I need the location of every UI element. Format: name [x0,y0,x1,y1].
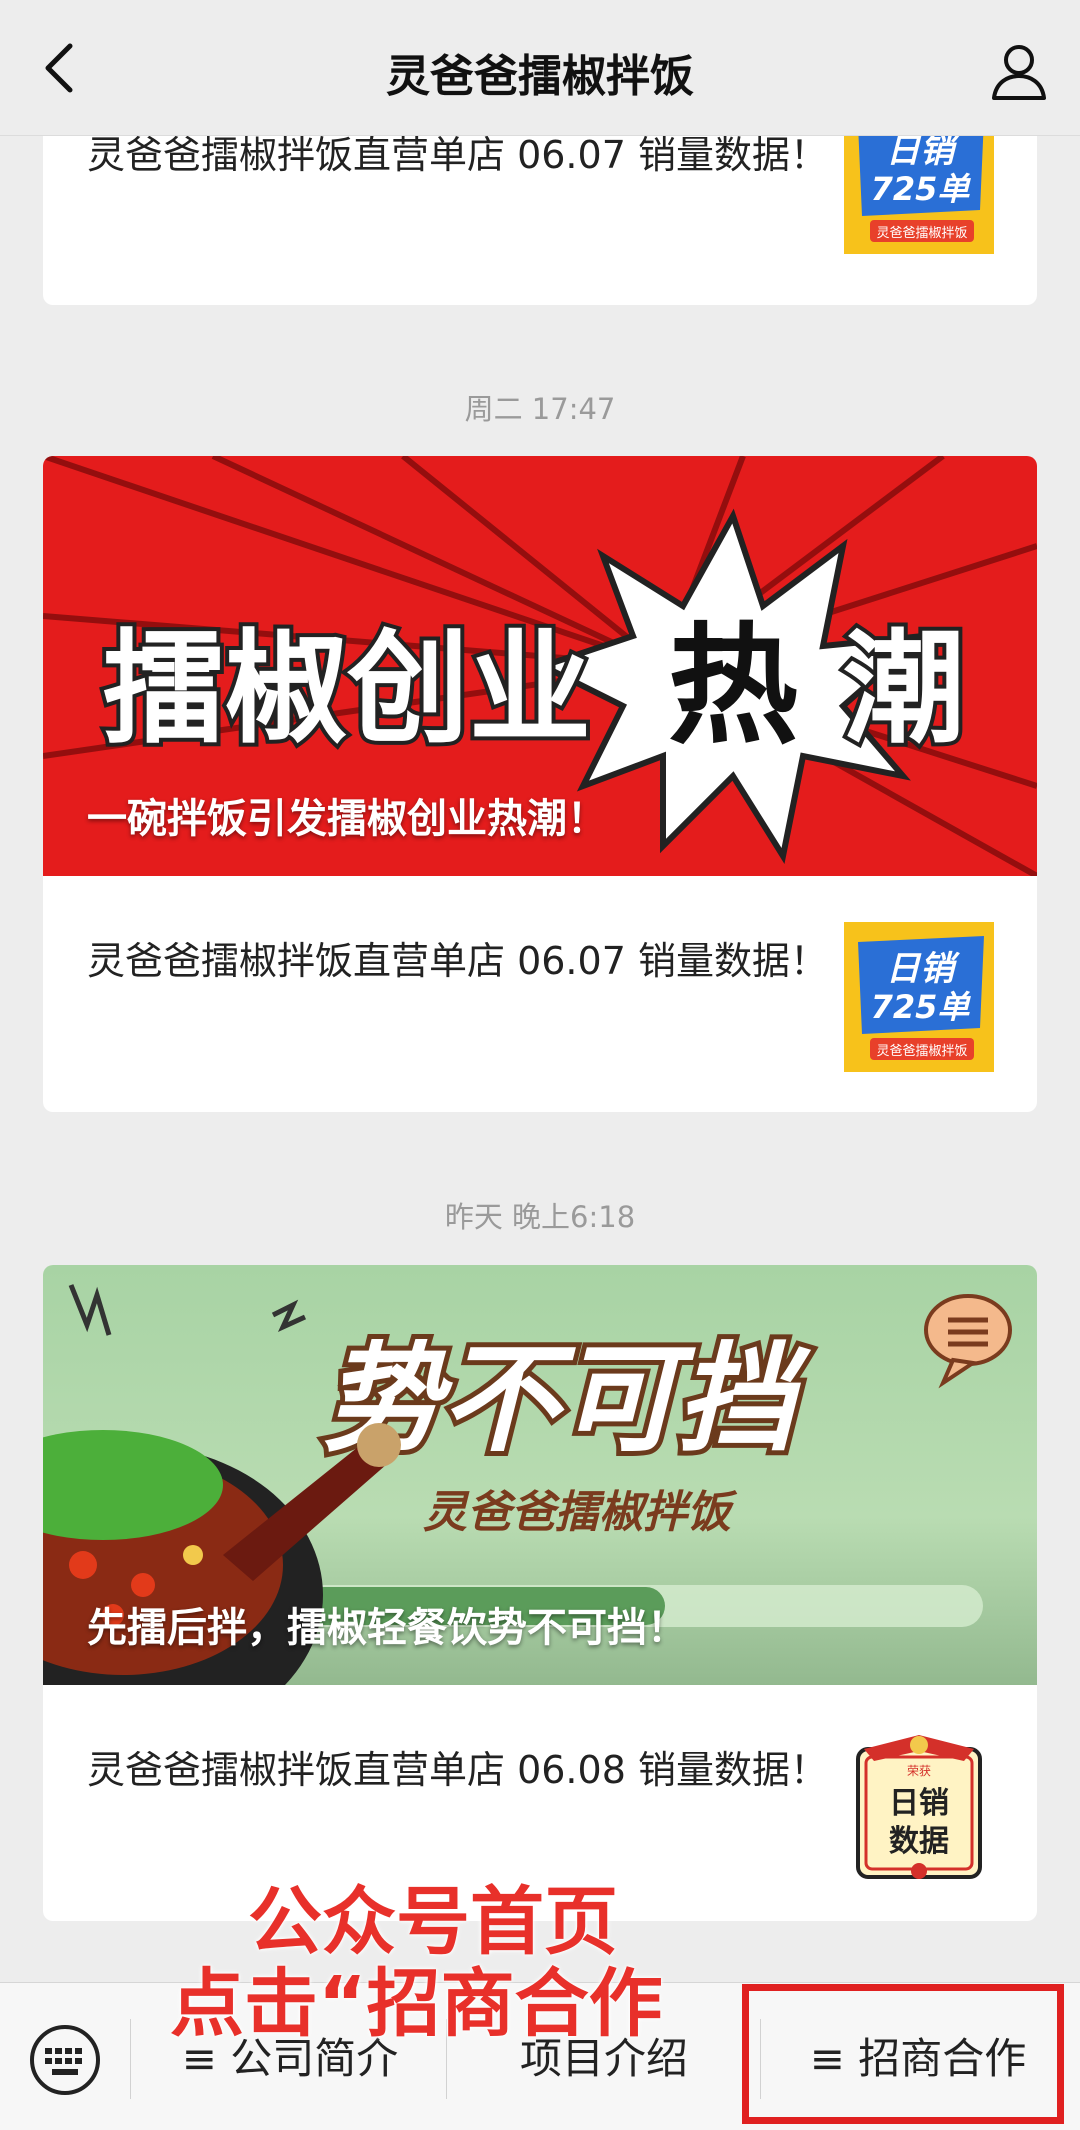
person-icon [992,45,1046,100]
article-title: 灵爸爸擂椒拌饭直营单店 06.08 销量数据！ [87,1748,828,1792]
article-card[interactable]: 擂椒创业 热 潮 一碗拌饭引发擂椒创业热潮！ 灵爸爸擂椒拌饭直营单店 06.07… [43,456,1037,1112]
cover-subtitle: 灵爸爸擂椒拌饭 [423,1487,738,1538]
cover-caption: 一碗拌饭引发擂椒创业热潮！ [87,796,607,842]
cover-headline-part-b: 热 [668,610,798,762]
article-thumbnail: 日销 725单 灵爸爸擂椒拌饭 [844,136,994,254]
top-navigation-bar: 灵爸爸擂椒拌饭 [0,0,1080,136]
thumbnail-brand: 灵爸爸擂椒拌饭 [876,1044,967,1059]
keyboard-toggle-button[interactable] [28,2023,102,2097]
article-card[interactable]: 势不可挡 灵爸爸擂椒拌饭 先擂后拌，擂椒轻餐饮势不可挡！ 灵爸爸擂椒拌饭直营单店… [43,1265,1037,1921]
article-card[interactable]: 灵爸爸擂椒拌饭直营单店 06.07 销量数据！ 日销 725单 灵爸爸擂椒拌饭 [43,136,1037,305]
cover-headline-part-a: 擂椒创业 [103,618,591,760]
article-title: 灵爸爸擂椒拌饭直营单店 06.07 销量数据！ [87,136,828,177]
article-cover-image[interactable]: 势不可挡 灵爸爸擂椒拌饭 先擂后拌，擂椒轻餐饮势不可挡！ [43,1265,1037,1685]
article-title: 灵爸爸擂椒拌饭直营单店 06.07 销量数据！ [87,939,828,983]
article-feed[interactable]: 灵爸爸擂椒拌饭直营单店 06.07 销量数据！ 日销 725单 灵爸爸擂椒拌饭 … [0,136,1080,1982]
thumbnail-text-top: 日销 [886,949,960,989]
highlight-box [742,1984,1064,2124]
thumbnail-label-small: 荣获 [907,1764,931,1778]
page-title: 灵爸爸擂椒拌饭 [386,51,694,102]
article-row[interactable]: 灵爸爸擂椒拌饭直营单店 06.07 销量数据！ 日销 725单 灵爸爸擂椒拌饭 [43,136,1037,305]
thumbnail-text-top: 日销 [886,136,960,171]
thumbnail-brand: 灵爸爸擂椒拌饭 [876,226,967,241]
menu-divider [130,2019,131,2099]
message-timestamp: 周二 17:47 [464,392,616,426]
cover-headline-part-c: 潮 [843,618,965,760]
thumbnail-text-bottom: 725单 [871,170,972,208]
article-cover-image[interactable]: 擂椒创业 热 潮 一碗拌饭引发擂椒创业热潮！ [43,456,1037,876]
thumbnail-line2: 数据 [889,1824,949,1859]
article-row[interactable]: 灵爸爸擂椒拌饭直营单店 06.07 销量数据！ 日销 725单 灵爸爸擂椒拌饭 [43,876,1037,1112]
message-timestamp: 昨天 晚上6:18 [444,1200,636,1234]
thumbnail-line1: 日销 [889,1786,949,1821]
keyboard-icon [30,2025,100,2095]
thumbnail-text-bottom: 725单 [871,988,972,1026]
article-thumbnail: 日销 725单 灵爸爸擂椒拌饭 [844,922,994,1072]
article-thumbnail: 荣获 日销 数据 [844,1731,994,1881]
cover-caption: 先擂后拌，擂椒轻餐饮势不可挡！ [87,1605,687,1651]
profile-button[interactable] [986,38,1052,104]
